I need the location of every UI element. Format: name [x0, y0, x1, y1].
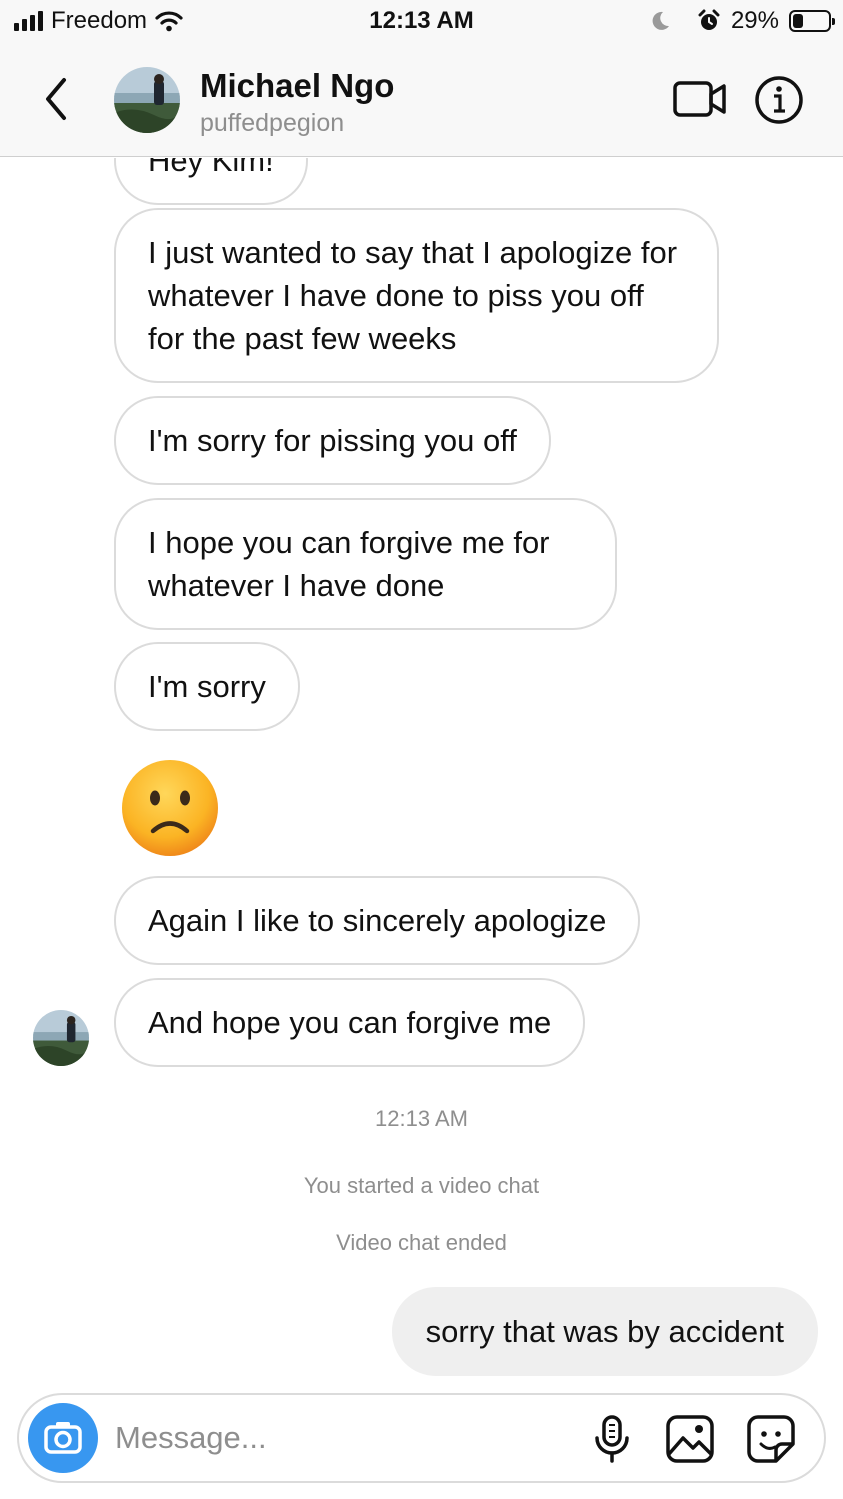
- message-thread[interactable]: Hey Kim! I just wanted to say that I apo…: [0, 158, 843, 1390]
- sticker-button[interactable]: [746, 1414, 796, 1464]
- message-bubble[interactable]: And hope you can forgive me: [114, 978, 586, 1067]
- moon-icon: [652, 11, 669, 30]
- message-text: I'm sorry for pissing you off: [148, 423, 517, 458]
- camera-button[interactable]: [28, 1403, 98, 1473]
- message-text: I just wanted to say that I apologize fo…: [148, 235, 678, 356]
- back-chevron-icon: [46, 78, 66, 120]
- info-button[interactable]: [754, 75, 804, 125]
- message-bubble[interactable]: I just wanted to say that I apologize fo…: [114, 208, 719, 383]
- contact-name[interactable]: Michael Ngo: [200, 66, 394, 106]
- camera-icon: [44, 1422, 82, 1454]
- avatar[interactable]: [114, 67, 180, 133]
- message-text: I hope you can forgive me for whatever I…: [148, 525, 550, 603]
- gallery-icon: [666, 1415, 714, 1463]
- message-bubble[interactable]: Again I like to sincerely apologize: [114, 876, 641, 965]
- video-call-icon: [673, 81, 726, 117]
- message-text: Hey Kim!: [148, 158, 274, 178]
- message-text: I'm sorry: [148, 669, 266, 704]
- battery-icon: [789, 10, 835, 32]
- voice-message-button[interactable]: [587, 1414, 637, 1464]
- message-bubble[interactable]: I'm sorry for pissing you off: [114, 396, 551, 485]
- message-text: Again I like to sincerely apologize: [148, 903, 607, 938]
- profile-photo-icon: [114, 67, 180, 133]
- alarm-icon: [698, 9, 720, 30]
- message-bubble[interactable]: Hey Kim!: [114, 158, 308, 205]
- back-button[interactable]: [36, 74, 76, 124]
- carrier-name: Freedom: [51, 7, 148, 34]
- contact-username: puffedpegion: [200, 109, 345, 137]
- signal-icon: [14, 11, 43, 31]
- profile-photo-icon: [33, 1010, 89, 1066]
- message-bubble[interactable]: I'm sorry: [114, 642, 300, 731]
- message-text: And hope you can forgive me: [148, 1005, 552, 1040]
- sender-avatar[interactable]: [33, 1010, 89, 1066]
- wifi-icon: [155, 11, 183, 32]
- status-bar: Freedom 12:13 AM 29%: [0, 0, 843, 44]
- battery-level: [793, 14, 803, 28]
- frowning-face-emoji[interactable]: [120, 758, 220, 858]
- message-bubble[interactable]: I hope you can forgive me for whatever I…: [114, 498, 617, 630]
- status-right: 29%: [649, 7, 835, 34]
- video-chat-ended-notice: Video chat ended: [336, 1230, 507, 1255]
- status-left: Freedom: [14, 8, 183, 34]
- gallery-button[interactable]: [665, 1414, 715, 1464]
- chat-header: Michael Ngo puffedpegion: [0, 44, 843, 157]
- microphone-icon: [595, 1415, 629, 1463]
- message-composer: [17, 1393, 826, 1483]
- sent-message-bubble[interactable]: sorry that was by accident: [391, 1287, 818, 1376]
- info-icon: [755, 76, 803, 124]
- video-call-button[interactable]: [673, 79, 727, 119]
- message-input[interactable]: [115, 1413, 565, 1463]
- battery-percent: 29%: [730, 7, 779, 34]
- message-timestamp: 12:13 AM: [375, 1106, 468, 1131]
- sticker-icon: [747, 1415, 795, 1463]
- video-chat-started-notice: You started a video chat: [303, 1173, 540, 1198]
- message-text: sorry that was by accident: [425, 1314, 784, 1349]
